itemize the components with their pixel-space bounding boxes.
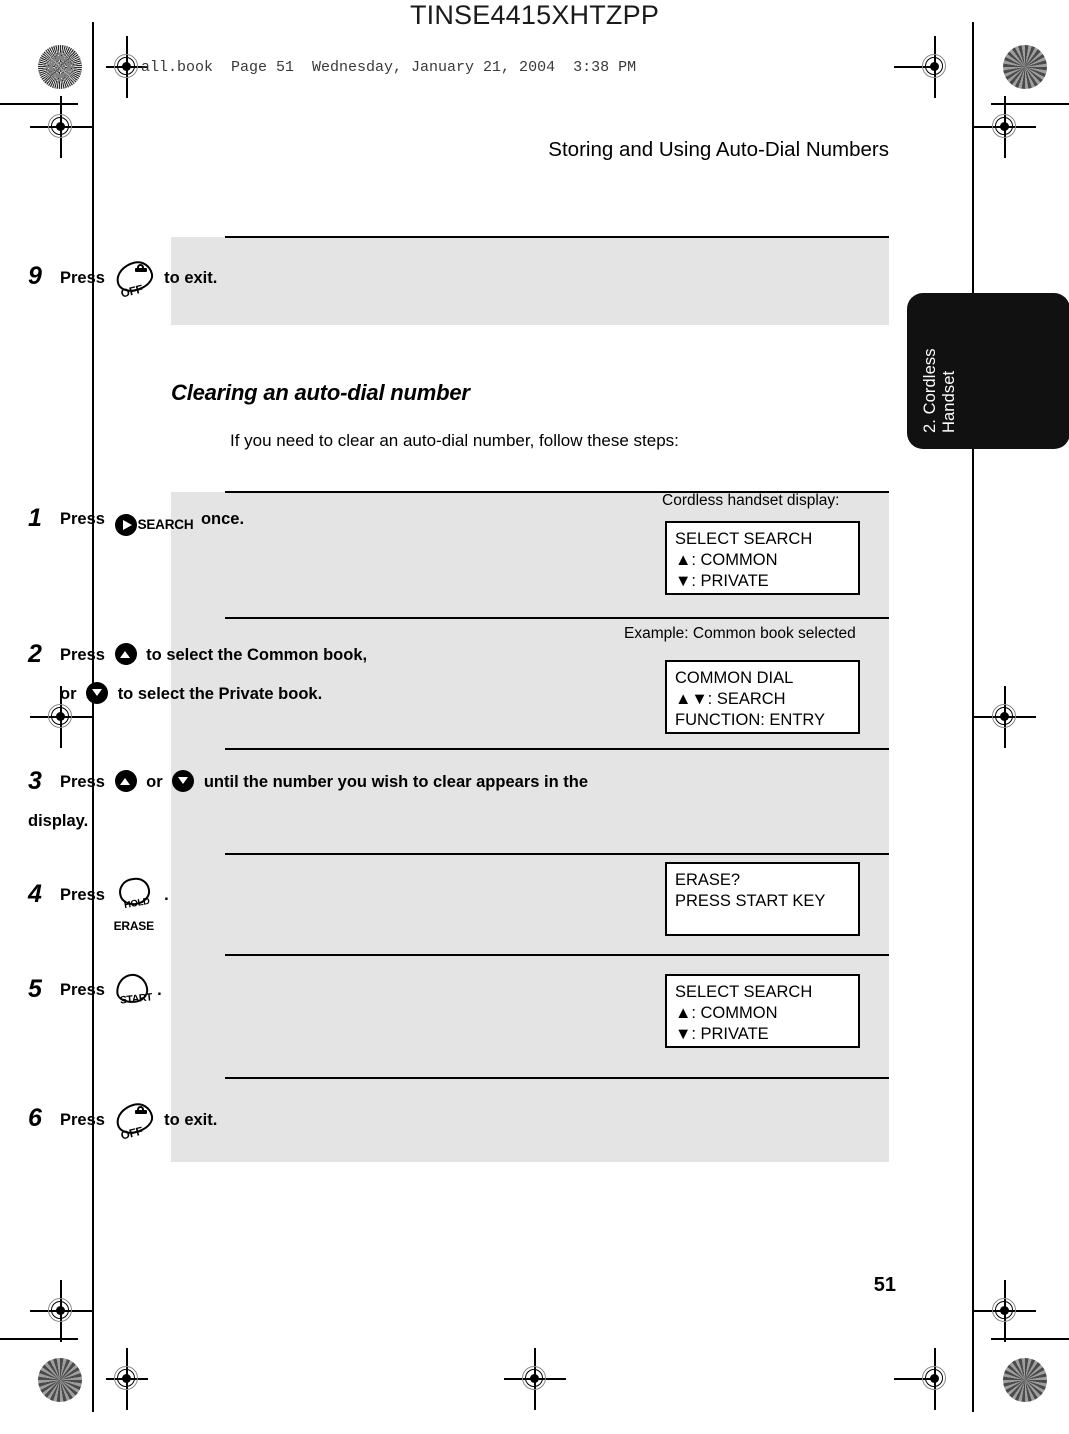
step-5-handset-display: SELECT SEARCH ▲: COMMON ▼: PRIVATE <box>665 974 860 1048</box>
step-6-number: 6 <box>28 1104 42 1132</box>
print-starburst-top-left <box>38 45 82 89</box>
step-4-handset-display: ERASE? PRESS START KEY <box>665 862 860 936</box>
erase-key-label: ERASE <box>113 919 155 933</box>
registration-mark-top-right <box>894 36 952 98</box>
side-tab-line-1: 2. Cordless <box>921 348 939 433</box>
registration-mark-bottom-center-left <box>106 1348 148 1410</box>
step-2-handset-display: COMMON DIAL ▲▼: SEARCH FUNCTION: ENTRY <box>665 660 860 734</box>
step-1-handset-display: SELECT SEARCH ▲: COMMON ▼: PRIVATE <box>665 521 860 595</box>
running-head: Storing and Using Auto-Dial Numbers <box>548 138 889 161</box>
section-intro: If you need to clear an auto-dial number… <box>230 431 679 450</box>
registration-mark-mid-right <box>974 686 1036 748</box>
step-2-press-label: Press <box>60 646 105 664</box>
step-5-top-rule <box>225 954 889 956</box>
down-triangle-icon <box>172 770 195 792</box>
side-tab-label: 2. Cordless Handset <box>907 293 1069 449</box>
registration-mark-bottom-center-right <box>894 1348 952 1410</box>
up-arrow-key-icon[interactable] <box>113 770 139 792</box>
step-5-text: Press START . <box>60 971 162 1010</box>
start-key-label: START <box>118 991 153 1007</box>
step-9-top-rule <box>225 236 889 238</box>
registration-mark-mid-right-upper <box>974 96 1036 158</box>
registration-mark-bottom-left <box>30 1280 92 1342</box>
step-4-tail: . <box>164 886 169 904</box>
step-3-text: Press or until the number you wish to cl… <box>60 763 588 802</box>
step-9-tail: to exit. <box>164 269 218 287</box>
step-9-text: Press OFF to exit. <box>60 257 218 301</box>
step-2-text: Press to select the Common book, or to s… <box>60 636 367 714</box>
trim-line-top-right <box>991 103 1069 105</box>
step-5-number: 5 <box>28 975 42 1003</box>
step-3-line2: display. <box>28 812 89 830</box>
step-1-display-caption: Cordless handset display: <box>662 492 840 509</box>
trim-line-left-vertical <box>92 22 94 1412</box>
trim-line-bottom-right <box>991 1338 1069 1340</box>
print-starburst-bottom-right <box>1003 1358 1047 1402</box>
step-1-number: 1 <box>28 504 42 532</box>
search-key-icon[interactable]: SEARCH <box>114 505 194 536</box>
step-9-number: 9 <box>28 262 42 290</box>
search-key-label: SEARCH <box>137 517 194 532</box>
hold-erase-key-icon[interactable]: HOLD ERASE <box>114 875 158 933</box>
section-title: Clearing an auto-dial number <box>171 380 470 405</box>
print-starburst-bottom-left <box>38 1358 82 1402</box>
document-code: TINSE4415XHTZPP <box>409 0 660 30</box>
up-arrow-key-icon[interactable] <box>113 643 139 665</box>
up-triangle-icon <box>114 643 137 665</box>
side-tab-cordless-handset: 2. Cordless Handset <box>907 293 1069 449</box>
step-4-text: Press HOLD ERASE . <box>60 875 169 933</box>
step-2-top-rule <box>225 617 889 619</box>
right-triangle-icon <box>114 514 137 536</box>
down-triangle-icon <box>86 682 109 704</box>
step-2-number: 2 <box>28 640 42 668</box>
step-6-top-rule <box>225 1077 889 1079</box>
step-6-tail: to exit. <box>164 1111 218 1129</box>
print-starburst-top-right <box>1003 45 1047 89</box>
up-triangle-icon <box>114 770 137 792</box>
down-arrow-key-icon[interactable] <box>170 770 196 792</box>
step-2-line1-tail: to select the Common book, <box>146 646 368 664</box>
step-2-display-caption: Example: Common book selected <box>624 625 856 642</box>
start-key-icon[interactable]: START <box>114 972 152 1007</box>
step-3-number: 3 <box>28 767 42 795</box>
step-3-top-rule <box>225 748 889 750</box>
step-9-press-label: Press <box>60 269 105 287</box>
step-4-press-label: Press <box>60 886 105 904</box>
step-3-or-label: or <box>146 773 163 791</box>
file-info-line: all.book Page 51 Wednesday, January 21, … <box>141 59 637 76</box>
step-3-text-line2: display. <box>28 802 88 841</box>
side-tab-line-2: Handset <box>940 370 958 433</box>
step-3-press-label: Press <box>60 773 105 791</box>
trim-line-top-left <box>0 103 78 105</box>
step-5-tail: . <box>157 981 162 999</box>
step-2-or-label: or <box>60 685 77 703</box>
step-3-line1-tail: until the number you wish to clear appea… <box>203 773 588 791</box>
step-2-line2-tail: to select the Private book. <box>117 685 323 703</box>
off-key-icon[interactable]: OFF <box>112 257 156 301</box>
step-1-press-label: Press <box>60 510 105 528</box>
page-number: 51 <box>873 1274 896 1296</box>
registration-mark-bottom-right <box>974 1280 1036 1342</box>
registration-mark-mid-left-upper <box>30 96 92 158</box>
step-1-tail: once. <box>200 510 245 528</box>
step-6-press-label: Press <box>60 1111 105 1129</box>
registration-mark-top-left <box>106 36 148 98</box>
trim-line-bottom-left <box>0 1338 78 1340</box>
step-5-press-label: Press <box>60 981 105 999</box>
off-key-icon[interactable]: OFF <box>112 1099 156 1143</box>
step-6-text: Press OFF to exit. <box>60 1099 218 1143</box>
step-4-number: 4 <box>28 880 42 908</box>
down-arrow-key-icon[interactable] <box>84 682 110 704</box>
step-4-top-rule <box>225 853 889 855</box>
trim-line-right-vertical <box>972 22 974 1412</box>
step-1-text: Press SEARCH once. <box>60 500 244 539</box>
step-9-panel <box>171 237 889 325</box>
registration-mark-bottom-center <box>504 1348 566 1410</box>
